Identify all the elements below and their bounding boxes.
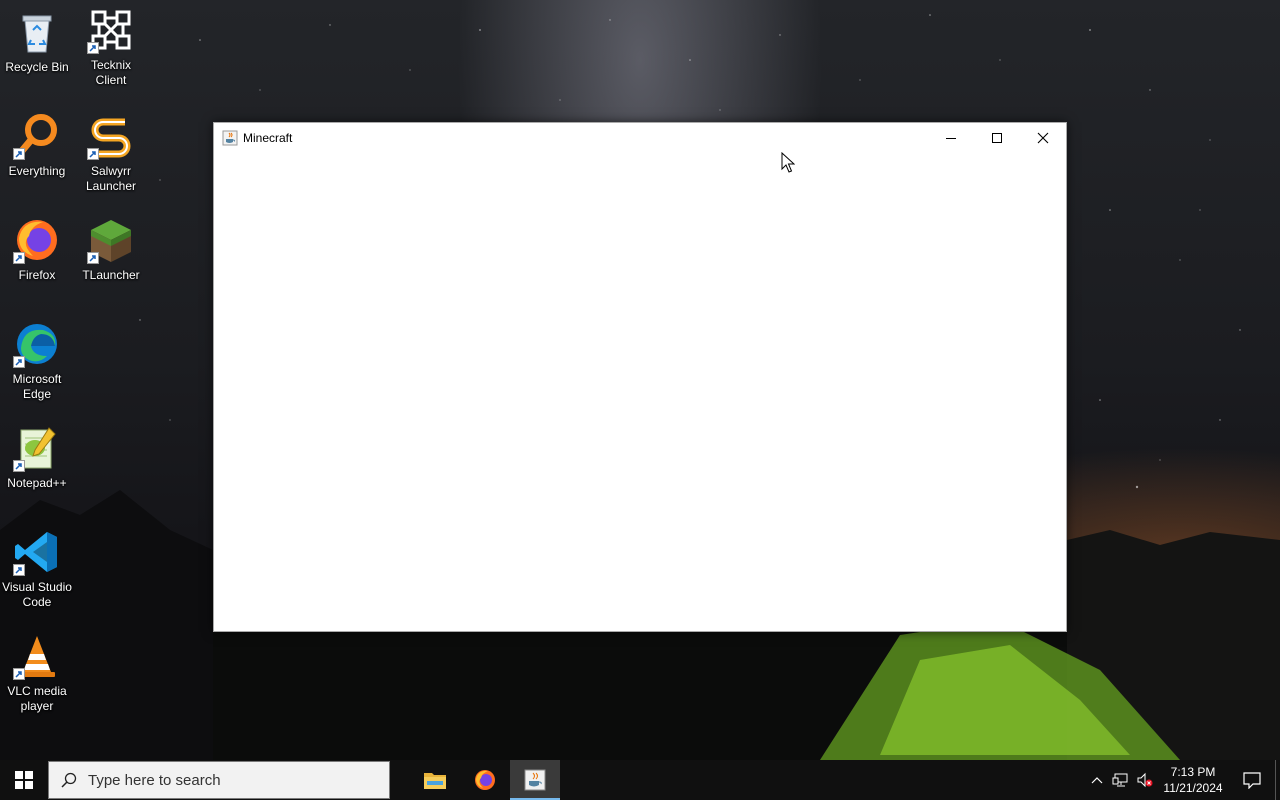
taskbar-clock[interactable]: 7:13 PM 11/21/2024 [1157, 764, 1229, 796]
desktop-icon-tecknix-client[interactable]: Tecknix Client [74, 6, 148, 88]
vscode-icon [13, 528, 61, 576]
network-button[interactable] [1109, 760, 1133, 800]
taskbar: Type here to search 7:13 PM 11/21/2024 [0, 760, 1280, 800]
desktop-icon-everything[interactable]: Everything [0, 112, 74, 179]
close-button[interactable] [1020, 123, 1066, 153]
close-icon [1037, 132, 1049, 144]
desktop-icon-label: Tecknix Client [90, 58, 131, 87]
shortcut-arrow-icon [87, 42, 99, 54]
volume-muted-icon [1137, 772, 1153, 788]
minecraft-window[interactable]: Minecraft [213, 122, 1067, 632]
desktop-icon-label: VLC media player [7, 684, 67, 713]
clock-time: 7:13 PM [1170, 765, 1216, 779]
firefox-icon [13, 216, 61, 264]
show-hidden-icons-button[interactable] [1085, 760, 1109, 800]
firefox-icon [475, 770, 495, 790]
maximize-icon [992, 133, 1002, 143]
everything-search-icon [13, 112, 61, 160]
clock-date: 11/21/2024 [1163, 781, 1223, 795]
desktop-icon-tlauncher[interactable]: TLauncher [74, 216, 148, 283]
chevron-up-icon [1091, 777, 1103, 784]
notepad-plus-plus-icon [13, 424, 61, 472]
desktop-icon-salwyrr-launcher[interactable]: Salwyrr Launcher [74, 112, 148, 194]
shortcut-arrow-icon [13, 356, 25, 368]
shortcut-arrow-icon [13, 460, 25, 472]
desktop-icon-label: Recycle Bin [5, 60, 69, 74]
notification-icon [1243, 772, 1261, 789]
desktop-icon-vlc-media-player[interactable]: VLC media player [0, 632, 74, 714]
window-client-area[interactable] [214, 153, 1066, 631]
java-coffee-cup-icon [222, 130, 238, 146]
shortcut-arrow-icon [87, 252, 99, 264]
shortcut-arrow-icon [13, 668, 25, 680]
desktop-icon-label: Notepad++ [7, 476, 67, 490]
taskbar-firefox[interactable] [460, 760, 510, 800]
desktop-icon-visual-studio-code[interactable]: Visual Studio Code [0, 528, 74, 610]
desktop-icon-label: Everything [8, 164, 66, 178]
taskbar-file-explorer[interactable] [410, 760, 460, 800]
tecknix-client-icon [87, 6, 135, 54]
desktop-icon-label: Firefox [18, 268, 56, 282]
desktop-icon-label: Salwyrr Launcher [85, 164, 137, 193]
window-controls [928, 123, 1066, 153]
vlc-icon [13, 632, 61, 680]
desktop-icon-label: Microsoft Edge [12, 372, 62, 401]
network-icon [1112, 773, 1128, 787]
window-titlebar[interactable]: Minecraft [214, 123, 1066, 153]
maximize-button[interactable] [974, 123, 1020, 153]
search-placeholder: Type here to search [88, 771, 221, 789]
desktop-icon-firefox[interactable]: Firefox [0, 216, 74, 283]
desktop-icon-label: TLauncher [82, 268, 140, 282]
start-button[interactable] [0, 760, 48, 800]
minimize-button[interactable] [928, 123, 974, 153]
show-desktop-button[interactable] [1275, 760, 1280, 800]
search-icon [61, 772, 77, 788]
tlauncher-grass-block-icon [87, 216, 135, 264]
minimize-icon [946, 138, 956, 139]
salwyrr-launcher-icon [87, 112, 135, 160]
windows-logo-icon [15, 771, 33, 789]
mouse-cursor-icon [781, 152, 795, 173]
action-center-button[interactable] [1229, 760, 1275, 800]
shortcut-arrow-icon [87, 148, 99, 160]
desktop-icon-notepad-plus-plus[interactable]: Notepad++ [0, 424, 74, 491]
java-minecraft-icon [524, 769, 546, 791]
system-tray: 7:13 PM 11/21/2024 [1085, 760, 1280, 800]
edge-icon [13, 320, 61, 368]
window-title: Minecraft [243, 131, 293, 145]
desktop-icon-recycle-bin[interactable]: Recycle Bin [0, 8, 74, 75]
file-explorer-icon [424, 773, 446, 789]
taskbar-minecraft-java[interactable] [510, 760, 560, 800]
desktop-icon-microsoft-edge[interactable]: Microsoft Edge [0, 320, 74, 402]
desktop-icon-label: Visual Studio Code [2, 580, 72, 609]
shortcut-arrow-icon [13, 564, 25, 576]
shortcut-arrow-icon [13, 148, 25, 160]
recycle-bin-icon [13, 8, 61, 56]
taskbar-search-box[interactable]: Type here to search [48, 761, 390, 799]
volume-button[interactable] [1133, 760, 1157, 800]
shortcut-arrow-icon [13, 252, 25, 264]
